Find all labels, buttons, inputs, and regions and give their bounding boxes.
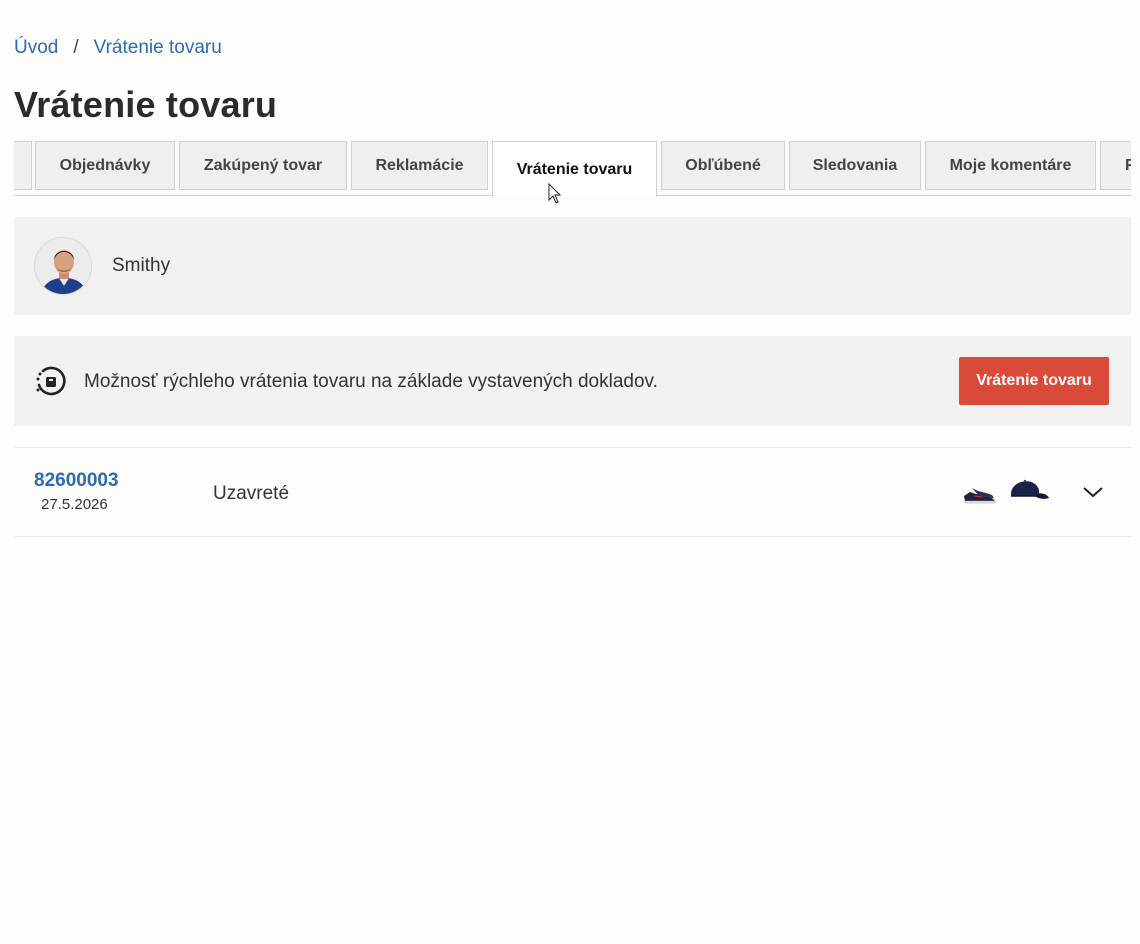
table-row[interactable]: 82600003 27.5.2026 Uzavreté xyxy=(14,448,1131,536)
return-goods-button[interactable]: Vrátenie tovaru xyxy=(959,357,1109,405)
document-date: 27.5.2026 xyxy=(41,496,108,513)
breadcrumb: Úvod / Vrátenie tovaru xyxy=(14,37,222,59)
tab-returns[interactable]: Vrátenie tovaru xyxy=(492,141,657,197)
username: Smithy xyxy=(112,255,171,276)
tab-bar: Objednávky Zakúpený tovar Reklamácie Vrá… xyxy=(14,140,1131,197)
document-number-link[interactable]: 82600003 xyxy=(34,470,119,492)
breadcrumb-home-link[interactable]: Úvod xyxy=(14,37,58,59)
avatar xyxy=(34,237,92,295)
tab-purchased-goods[interactable]: Zakúpený tovar xyxy=(179,141,347,190)
cap-thumbnail-icon xyxy=(1011,479,1049,499)
user-avatar-icon xyxy=(35,238,91,294)
breadcrumb-current-link[interactable]: Vrátenie tovaru xyxy=(94,37,222,59)
tab-partial-left[interactable] xyxy=(14,141,32,190)
return-clock-icon xyxy=(36,366,66,396)
quick-return-text: Možnosť rýchleho vrátenia tovaru na zákl… xyxy=(84,371,658,392)
divider xyxy=(14,536,1131,537)
tab-favorites[interactable]: Obľúbené xyxy=(661,141,785,190)
user-panel: Smithy xyxy=(14,217,1131,315)
mouse-cursor-icon xyxy=(548,183,562,204)
tab-partial-right[interactable]: F xyxy=(1100,141,1131,190)
tab-my-comments[interactable]: Moje komentáre xyxy=(925,141,1096,190)
quick-return-panel: Možnosť rýchleho vrátenia tovaru na zákl… xyxy=(14,336,1131,426)
shoe-thumbnail-icon xyxy=(964,488,996,504)
tab-orders[interactable]: Objednávky xyxy=(35,141,175,190)
tab-complaints[interactable]: Reklamácie xyxy=(351,141,488,190)
document-status: Uzavreté xyxy=(213,483,290,504)
page-title: Vrátenie tovaru xyxy=(14,84,278,125)
breadcrumb-separator: / xyxy=(73,37,79,58)
tab-watchlist[interactable]: Sledovania xyxy=(789,141,921,190)
chevron-down-icon[interactable] xyxy=(1082,484,1104,500)
